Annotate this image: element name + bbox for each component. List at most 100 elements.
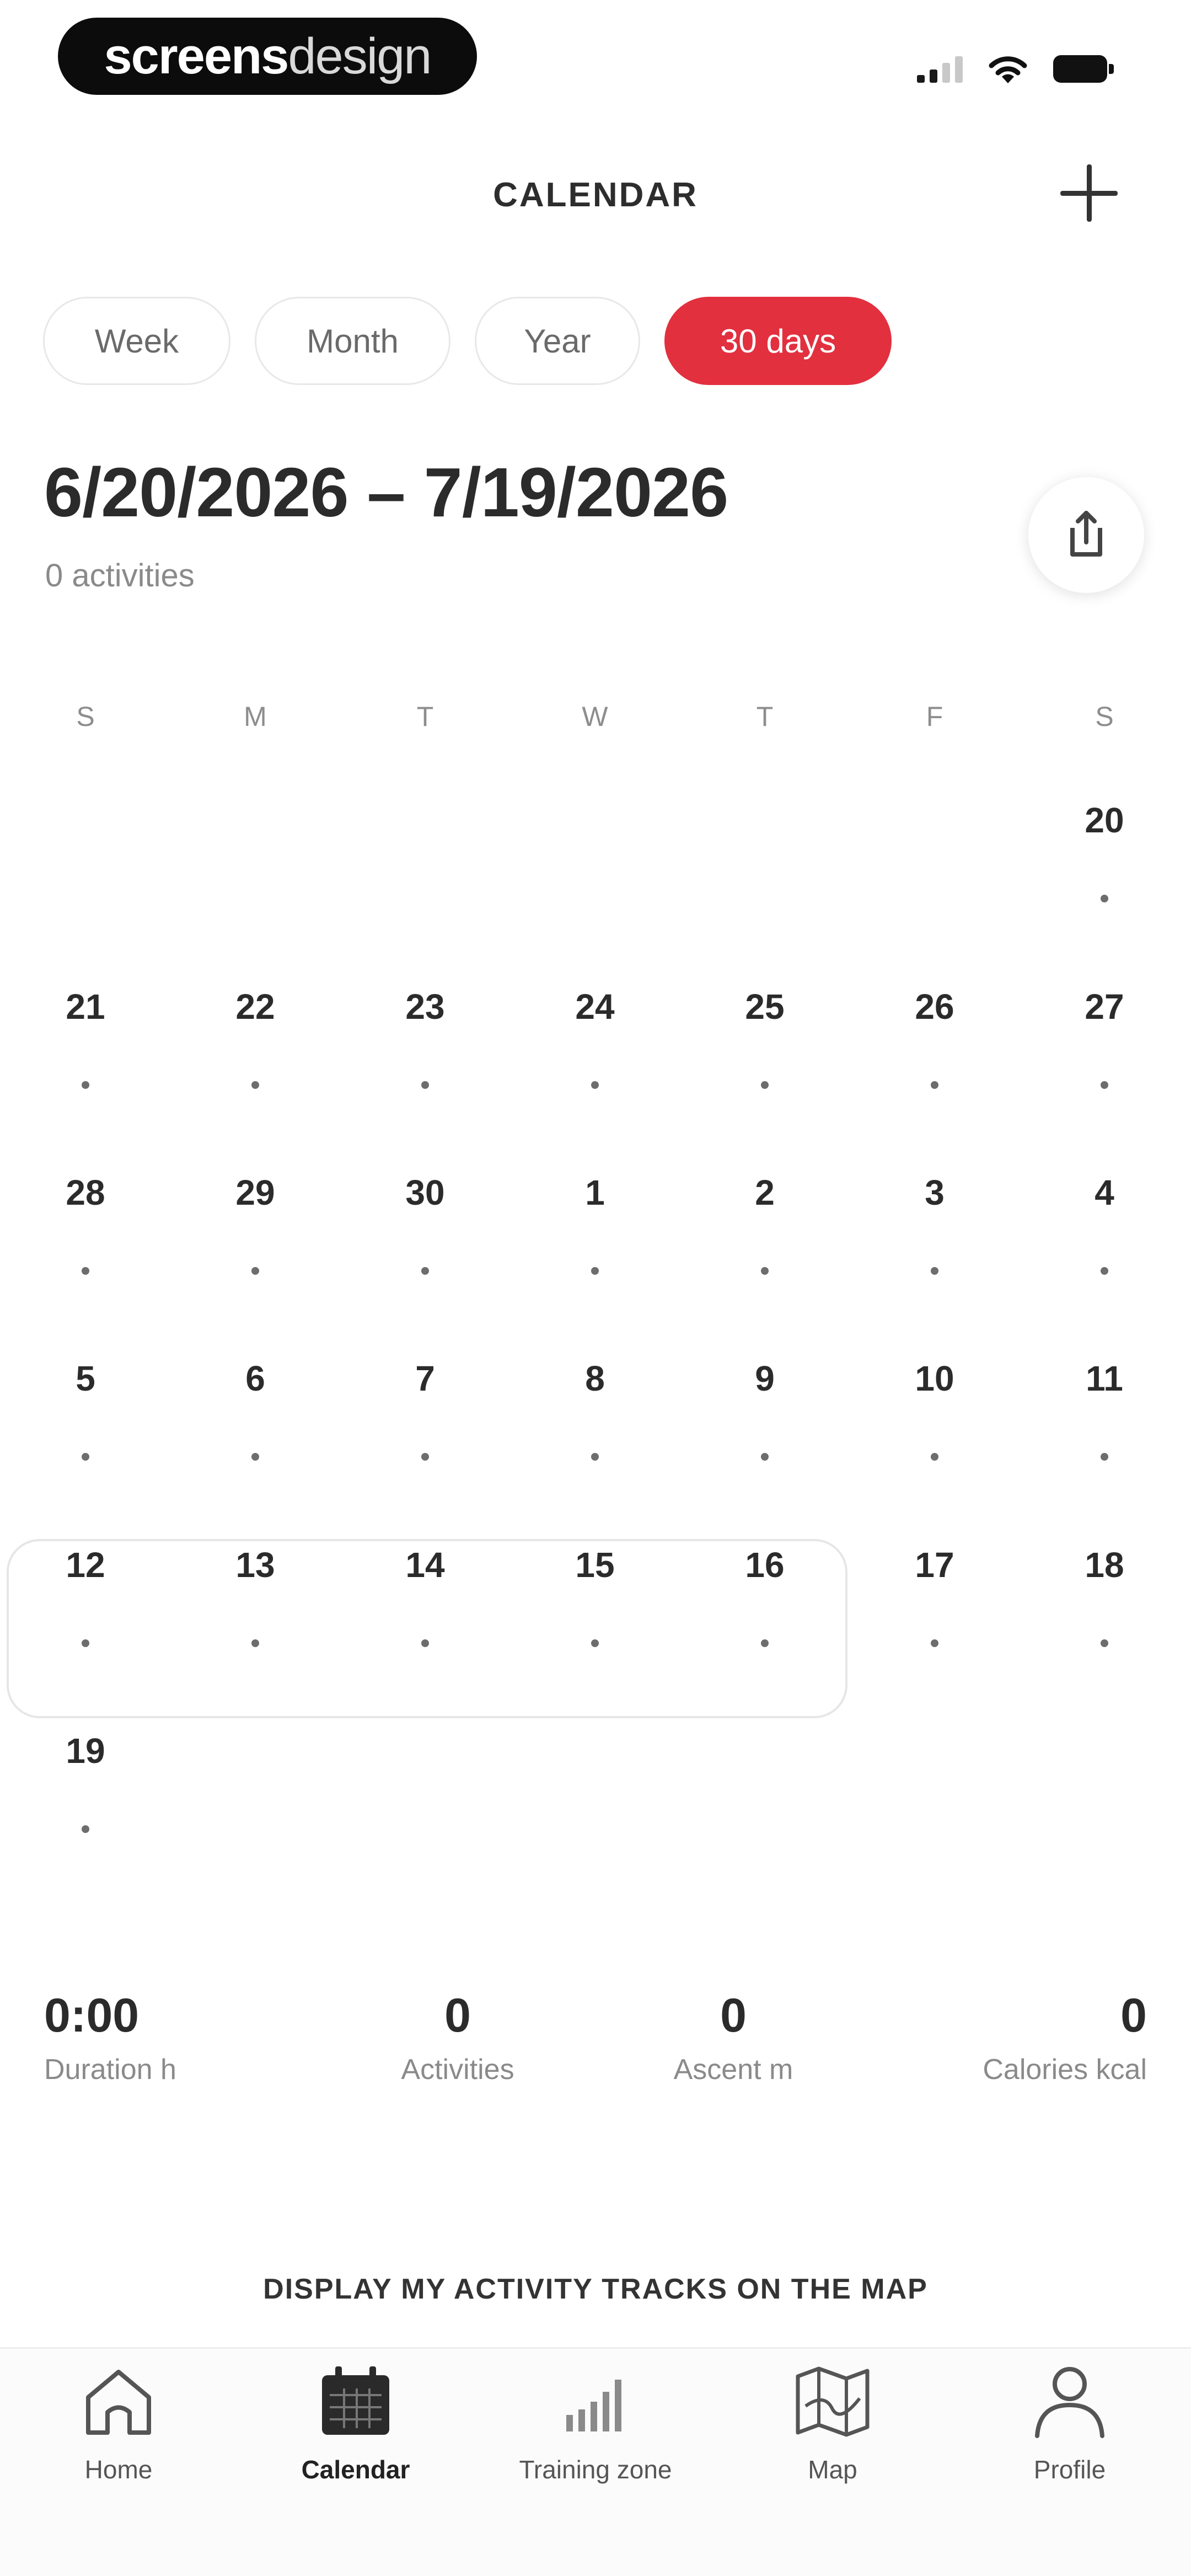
cellular-signal-icon (917, 55, 963, 83)
stat-activities: 0 Activities (391, 1989, 524, 2086)
day-number: 2 (755, 1173, 775, 1212)
calendar-day[interactable]: 22 (222, 986, 288, 1089)
tab-label: Training zone (519, 2455, 672, 2484)
stat-label: Calories kcal (983, 2054, 1147, 2086)
day-marker (251, 1081, 259, 1089)
calendar-day[interactable]: 10 (902, 1358, 968, 1461)
calendar-day[interactable]: 18 (1071, 1544, 1138, 1647)
calendar-day[interactable]: 7 (392, 1358, 458, 1461)
day-number: 29 (235, 1173, 275, 1212)
day-number: 25 (745, 987, 785, 1027)
status-icons (917, 52, 1114, 85)
brand-text-secondary: design (288, 28, 432, 84)
day-number: 11 (1086, 1359, 1123, 1398)
stat-label: Duration h (44, 2054, 176, 2086)
weekday-label: T (756, 701, 774, 732)
filter-month[interactable]: Month (255, 297, 450, 385)
day-number: 5 (76, 1359, 95, 1398)
calendar-day[interactable]: 24 (562, 986, 628, 1089)
calendar-day[interactable]: 13 (222, 1544, 288, 1647)
day-number: 15 (575, 1545, 615, 1585)
calendar-day[interactable]: 4 (1071, 1172, 1138, 1275)
stat-value: 0:00 (44, 1989, 140, 2042)
day-marker (931, 1081, 938, 1089)
calendar-day[interactable]: 11 (1071, 1358, 1138, 1461)
tab-label: Map (808, 2455, 857, 2484)
calendar-day[interactable]: 3 (902, 1172, 968, 1275)
day-marker (761, 1453, 769, 1461)
add-activity-button[interactable] (1056, 160, 1122, 226)
day-number: 10 (915, 1359, 954, 1398)
day-number: 12 (66, 1545, 105, 1585)
day-number: 22 (235, 987, 275, 1027)
calendar-day[interactable]: 26 (902, 986, 968, 1089)
calendar-day[interactable]: 12 (52, 1544, 119, 1647)
display-tracks-on-map-link[interactable]: DISPLAY MY ACTIVITY TRACKS ON THE MAP (0, 2273, 1191, 2306)
day-marker (82, 1825, 89, 1833)
day-marker (421, 1639, 429, 1647)
calendar-icon (322, 2366, 389, 2435)
calendar-day[interactable]: 28 (52, 1172, 119, 1275)
calendar-day[interactable]: 17 (902, 1544, 968, 1647)
calendar-day[interactable]: 15 (562, 1544, 628, 1647)
tab-home[interactable]: Home (36, 2360, 201, 2484)
stat-label: Ascent m (673, 2054, 793, 2086)
day-number: 19 (66, 1731, 105, 1771)
weekday-label: F (926, 701, 943, 732)
day-marker (591, 1453, 599, 1461)
share-button[interactable] (1028, 477, 1144, 593)
day-marker (82, 1453, 89, 1461)
day-marker (251, 1453, 259, 1461)
tab-map[interactable]: Map (750, 2360, 915, 2484)
day-marker (82, 1267, 89, 1275)
day-number: 9 (755, 1359, 775, 1398)
tab-training-zone[interactable]: Training zone (513, 2360, 678, 2484)
day-number: 24 (575, 987, 615, 1027)
calendar-day[interactable]: 29 (222, 1172, 288, 1275)
day-number: 23 (405, 987, 445, 1027)
filter-30-days[interactable]: 30 days (664, 297, 892, 385)
calendar-day[interactable]: 2 (732, 1172, 798, 1275)
calendar-day[interactable]: 5 (52, 1358, 119, 1461)
calendar-day[interactable]: 30 (392, 1172, 458, 1275)
day-marker (1101, 895, 1108, 902)
calendar-day[interactable]: 1 (562, 1172, 628, 1275)
day-marker (421, 1267, 429, 1275)
tab-calendar[interactable]: Calendar (273, 2360, 438, 2484)
day-marker (931, 1267, 938, 1275)
calendar-day[interactable]: 23 (392, 986, 458, 1089)
day-marker (591, 1639, 599, 1647)
map-icon (796, 2366, 870, 2437)
stat-ascent: 0 Ascent m (659, 1989, 808, 2086)
day-marker (251, 1639, 259, 1647)
calendar-day[interactable]: 16 (732, 1544, 798, 1647)
calendar-day[interactable]: 21 (52, 986, 119, 1089)
calendar-day[interactable]: 25 (732, 986, 798, 1089)
stat-value: 0 (444, 1989, 471, 2042)
calendar-day[interactable]: 20 (1071, 800, 1138, 902)
brand-text-primary: screens (104, 28, 289, 84)
day-marker (82, 1081, 89, 1089)
day-number: 21 (66, 987, 105, 1027)
person-icon (1035, 2367, 1104, 2438)
stat-value: 0 (1120, 1989, 1147, 2042)
calendar-screen: screens design CALENDAR Week Month Year 3… (0, 0, 1191, 2576)
tab-profile[interactable]: Profile (987, 2360, 1152, 2484)
weekday-label: M (244, 701, 267, 732)
filter-year[interactable]: Year (475, 297, 640, 385)
day-marker (1101, 1453, 1108, 1461)
calendar-day[interactable]: 8 (562, 1358, 628, 1461)
wifi-icon (989, 56, 1027, 83)
calendar-day[interactable]: 19 (52, 1730, 119, 1833)
filter-week[interactable]: Week (43, 297, 230, 385)
calendar-day[interactable]: 9 (732, 1358, 798, 1461)
tab-label: Calendar (301, 2455, 410, 2484)
calendar-day[interactable]: 6 (222, 1358, 288, 1461)
day-marker (761, 1081, 769, 1089)
stat-value: 0 (720, 1989, 747, 2042)
calendar-day[interactable]: 14 (392, 1544, 458, 1647)
day-number: 20 (1085, 800, 1124, 840)
calendar-day[interactable]: 27 (1071, 986, 1138, 1089)
weekday-label: W (582, 701, 608, 732)
home-icon (86, 2370, 151, 2435)
